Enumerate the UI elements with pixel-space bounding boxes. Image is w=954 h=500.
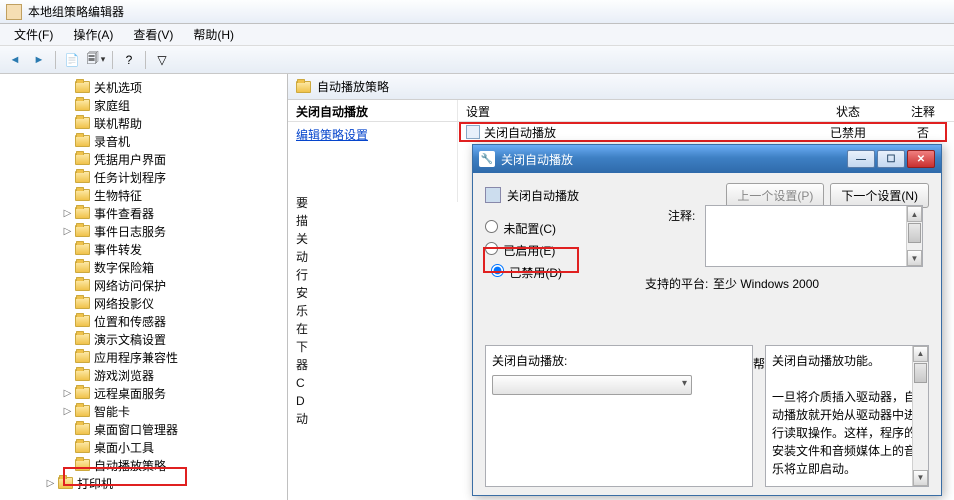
- tree-item[interactable]: 演示文稿设置: [10, 330, 287, 348]
- menu-help[interactable]: 帮助(H): [183, 24, 244, 45]
- tree-item[interactable]: 桌面窗口管理器: [10, 420, 287, 438]
- column-headers: 关闭自动播放 设置 状态 注释: [288, 100, 954, 122]
- radio-disabled[interactable]: 已禁用(D): [485, 261, 568, 284]
- tree-item[interactable]: 家庭组: [10, 96, 287, 114]
- platform-label: 支持的平台:: [645, 275, 708, 292]
- help-panel: 关闭自动播放功能。 一旦将介质插入驱动器，自动播放就开始从驱动器中进行读取操作。…: [765, 345, 929, 487]
- dialog-subtitle: 关闭自动播放: [507, 187, 579, 204]
- up-button[interactable]: 📄: [61, 49, 83, 71]
- window-title: 本地组策略编辑器: [28, 3, 124, 20]
- window-titlebar: 本地组策略编辑器: [0, 0, 954, 24]
- col-state[interactable]: 状态: [798, 100, 898, 121]
- edit-policy-link[interactable]: 编辑策略设置: [288, 122, 457, 144]
- minimize-button[interactable]: —: [847, 150, 875, 168]
- folder-icon: [296, 81, 311, 93]
- tree-item[interactable]: 联机帮助: [10, 114, 287, 132]
- content-header: 自动播放策略: [288, 74, 954, 100]
- tree-item[interactable]: 游戏浏览器: [10, 366, 287, 384]
- dialog-icon: [479, 151, 495, 167]
- option-select[interactable]: [492, 375, 692, 395]
- tree-item[interactable]: 自动播放策略: [10, 456, 287, 474]
- radio-enabled[interactable]: 已启用(E): [485, 242, 555, 259]
- content-title: 自动播放策略: [317, 78, 389, 95]
- left-col-title: 关闭自动播放: [288, 100, 458, 121]
- tree-item[interactable]: 桌面小工具: [10, 438, 287, 456]
- toolbar: 📄 🗐 ? ▽: [0, 46, 954, 74]
- tree-item[interactable]: 事件转发: [10, 240, 287, 258]
- tree-item[interactable]: 网络投影仪: [10, 294, 287, 312]
- back-button[interactable]: [4, 49, 26, 71]
- tree-item[interactable]: 任务计划程序: [10, 168, 287, 186]
- app-icon: [6, 4, 22, 20]
- separator: [112, 51, 113, 69]
- maximize-button[interactable]: ☐: [877, 150, 905, 168]
- tree-item[interactable]: ▷智能卡: [10, 402, 287, 420]
- help-text: 关闭自动播放功能。: [772, 352, 922, 370]
- help-text: 一旦将介质插入驱动器，自动播放就开始从驱动器中进行读取操作。这样，程序的安装文件…: [772, 388, 922, 478]
- menubar: 文件(F) 操作(A) 查看(V) 帮助(H): [0, 24, 954, 46]
- comment-label: 注释:: [668, 207, 695, 224]
- close-button[interactable]: ✕: [907, 150, 935, 168]
- tree-item[interactable]: ▷远程桌面服务: [10, 384, 287, 402]
- options-panel: 关闭自动播放:: [485, 345, 753, 487]
- policy-row[interactable]: 关闭自动播放已禁用否: [458, 122, 954, 142]
- menu-view[interactable]: 查看(V): [123, 24, 183, 45]
- help-button[interactable]: ?: [118, 49, 140, 71]
- tree-item[interactable]: ▷打印机: [10, 474, 287, 492]
- comment-textarea[interactable]: ▲▼: [705, 205, 923, 267]
- prev-setting-button[interactable]: 上一个设置(P): [726, 183, 824, 208]
- next-setting-button[interactable]: 下一个设置(N): [830, 183, 929, 208]
- option-heading: 关闭自动播放:: [492, 352, 746, 369]
- tree-item[interactable]: ▷事件日志服务: [10, 222, 287, 240]
- col-setting[interactable]: 设置: [458, 100, 798, 121]
- options-button[interactable]: 🗐: [85, 49, 107, 71]
- tree-pane: 关机选项家庭组联机帮助录音机凭据用户界面任务计划程序生物特征▷事件查看器▷事件日…: [0, 74, 288, 500]
- separator: [55, 51, 56, 69]
- tree-item[interactable]: 位置和传感器: [10, 312, 287, 330]
- col-note[interactable]: 注释: [898, 100, 948, 121]
- filter-button[interactable]: ▽: [151, 49, 173, 71]
- tree-item[interactable]: ▷事件查看器: [10, 204, 287, 222]
- menu-file[interactable]: 文件(F): [4, 24, 63, 45]
- tree-item[interactable]: 生物特征: [10, 186, 287, 204]
- tree-item[interactable]: 凭据用户界面: [10, 150, 287, 168]
- dialog-title: 关闭自动播放: [501, 151, 573, 168]
- tree-item[interactable]: 录音机: [10, 132, 287, 150]
- dialog-titlebar[interactable]: 关闭自动播放 — ☐ ✕: [473, 145, 941, 173]
- tree-item[interactable]: 关机选项: [10, 78, 287, 96]
- forward-button[interactable]: [28, 49, 50, 71]
- policy-dialog: 关闭自动播放 — ☐ ✕ 关闭自动播放 上一个设置(P) 下一个设置(N) 未配…: [472, 144, 942, 496]
- tree-item[interactable]: 应用程序兼容性: [10, 348, 287, 366]
- tree-item[interactable]: 数字保险箱: [10, 258, 287, 276]
- policy-icon: [485, 187, 501, 203]
- menu-action[interactable]: 操作(A): [63, 24, 123, 45]
- tree-item[interactable]: 网络访问保护: [10, 276, 287, 294]
- separator: [145, 51, 146, 69]
- platform-value: 至少 Windows 2000: [713, 275, 819, 292]
- radio-unconfigured[interactable]: 未配置(C): [485, 220, 556, 237]
- truncated-side-text: 要描关动行安乐在下器CD动: [296, 194, 312, 428]
